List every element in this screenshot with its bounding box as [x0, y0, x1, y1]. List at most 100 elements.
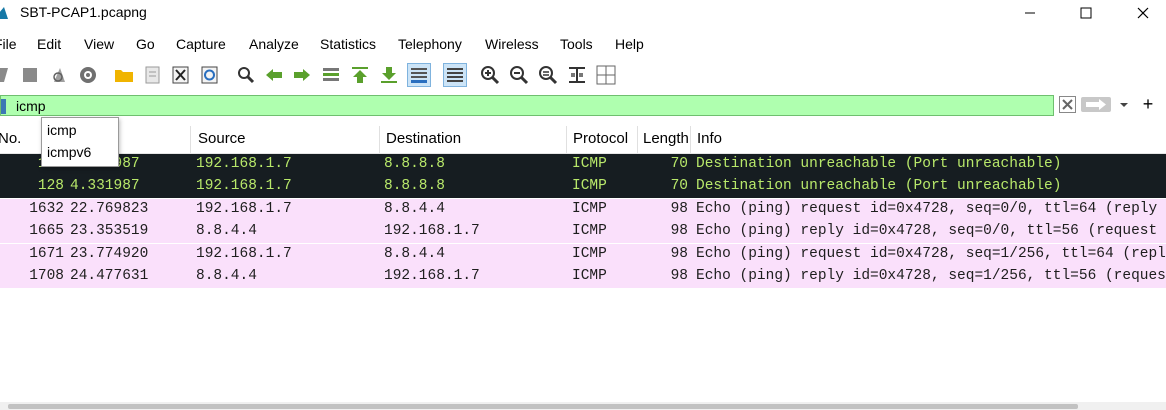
menu-analyze[interactable]: Analyze [249, 36, 299, 52]
scrollbar-thumb[interactable] [8, 404, 1078, 409]
packet-list-header: No. Time Source Destination Protocol Len… [0, 126, 1166, 154]
packet-row[interactable]: 1665 23.353519 8.8.4.4 192.168.1.7 ICMP … [0, 221, 1166, 243]
display-filter-text[interactable]: icmp [16, 98, 46, 114]
menu-tools[interactable]: Tools [560, 36, 593, 52]
packet-source: 192.168.1.7 [196, 156, 292, 172]
minimize-icon [1025, 12, 1035, 14]
go-last-icon[interactable] [378, 64, 400, 86]
packet-row[interactable]: 127 4.331987 192.168.1.7 8.8.8.8 ICMP 70… [0, 154, 1166, 176]
menu-file[interactable]: File [0, 36, 17, 52]
go-forward-icon[interactable] [291, 64, 313, 86]
menu-view[interactable]: View [84, 36, 114, 52]
column-source[interactable]: Source [198, 130, 368, 147]
window-title: SBT-PCAP1.pcapng [20, 4, 147, 20]
filter-autocomplete-popup: icmp icmpv6 [41, 117, 119, 167]
column-info[interactable]: Info [697, 130, 797, 147]
menu-wireless[interactable]: Wireless [485, 36, 539, 52]
packet-length: 98 [670, 268, 688, 284]
packet-length: 98 [670, 246, 688, 262]
save-file-icon[interactable] [142, 64, 164, 86]
restart-capture-icon[interactable] [48, 64, 70, 86]
packet-length: 70 [670, 156, 688, 172]
layout-icon[interactable] [595, 64, 617, 86]
column-no[interactable]: No. [0, 130, 38, 147]
packet-protocol: ICMP [572, 268, 607, 284]
apply-filter-button[interactable] [1081, 97, 1111, 112]
column-length[interactable]: Length [643, 130, 689, 147]
reload-file-icon[interactable] [199, 64, 221, 86]
zoom-out-icon[interactable] [508, 64, 530, 86]
packet-row[interactable]: 1671 23.774920 192.168.1.7 8.8.4.4 ICMP … [0, 244, 1166, 266]
display-filter-bar: icmp + [0, 93, 1166, 118]
filter-history-dropdown[interactable] [1117, 98, 1131, 112]
auto-scroll-icon[interactable] [407, 63, 431, 87]
close-file-icon[interactable] [170, 64, 192, 86]
packet-destination: 8.8.8.8 [384, 178, 445, 194]
main-toolbar [0, 61, 1166, 89]
find-packet-icon[interactable] [235, 64, 257, 86]
packet-time: 23.774920 [70, 246, 149, 262]
menu-telephony[interactable]: Telephony [398, 36, 462, 52]
packet-no: 1708 [29, 268, 64, 284]
packet-info: Destination unreachable (Port unreachabl… [696, 156, 1062, 172]
close-window-button[interactable] [1120, 0, 1166, 26]
go-to-packet-icon[interactable] [320, 64, 342, 86]
column-separator[interactable] [379, 126, 380, 153]
packet-row[interactable]: 1632 22.769823 192.168.1.7 8.8.4.4 ICMP … [0, 199, 1166, 221]
packet-protocol: ICMP [572, 223, 607, 239]
menu-capture[interactable]: Capture [176, 36, 226, 52]
column-destination[interactable]: Destination [386, 130, 556, 147]
open-file-icon[interactable] [113, 64, 135, 86]
colorize-icon[interactable] [443, 63, 467, 87]
autocomplete-item[interactable]: icmpv6 [47, 144, 91, 160]
autocomplete-item[interactable]: icmp [47, 122, 77, 138]
zoom-in-icon[interactable] [479, 64, 501, 86]
clear-filter-icon[interactable] [1059, 96, 1076, 113]
column-protocol[interactable]: Protocol [573, 130, 635, 147]
packet-length: 98 [670, 223, 688, 239]
stop-capture-icon[interactable] [19, 64, 41, 86]
packet-destination: 8.8.8.8 [384, 156, 445, 172]
go-first-icon[interactable] [349, 64, 371, 86]
packet-source: 8.8.4.4 [196, 223, 257, 239]
display-filter-input[interactable]: icmp [0, 95, 1054, 116]
close-icon [1137, 7, 1149, 19]
resize-columns-icon[interactable] [566, 64, 588, 86]
start-capture-icon[interactable] [0, 64, 14, 86]
packet-protocol: ICMP [572, 246, 607, 262]
packet-time: 24.477631 [70, 268, 149, 284]
horizontal-scrollbar[interactable] [0, 402, 1166, 410]
column-separator[interactable] [566, 126, 567, 153]
packet-row[interactable]: 1708 24.477631 8.8.4.4 192.168.1.7 ICMP … [0, 266, 1166, 288]
packet-time: 22.769823 [70, 201, 149, 217]
menu-help[interactable]: Help [615, 36, 644, 52]
packet-source: 8.8.4.4 [196, 268, 257, 284]
packet-destination: 192.168.1.7 [384, 268, 480, 284]
maximize-icon [1080, 7, 1092, 19]
column-separator[interactable] [190, 126, 191, 153]
menu-go[interactable]: Go [136, 36, 155, 52]
menu-statistics[interactable]: Statistics [320, 36, 376, 52]
bookmark-filter-icon[interactable] [1, 99, 6, 114]
column-separator[interactable] [637, 126, 638, 153]
go-back-icon[interactable] [263, 64, 285, 86]
minimize-button[interactable] [1007, 0, 1053, 26]
add-filter-button[interactable]: + [1139, 94, 1157, 114]
menu-bar: File Edit View Go Capture Analyze Statis… [0, 33, 1166, 57]
packet-no: 1632 [29, 201, 64, 217]
capture-options-icon[interactable] [77, 64, 99, 86]
menu-edit[interactable]: Edit [37, 36, 61, 52]
packet-source: 192.168.1.7 [196, 178, 292, 194]
normal-size-icon[interactable] [537, 64, 559, 86]
packet-info: Echo (ping) reply id=0x4728, seq=0/0, tt… [696, 223, 1166, 239]
packet-time: 4.331987 [70, 178, 140, 194]
maximize-button[interactable] [1063, 0, 1109, 26]
packet-length: 98 [670, 201, 688, 217]
packet-destination: 8.8.4.4 [384, 246, 445, 262]
packet-no: 1671 [29, 246, 64, 262]
column-separator[interactable] [690, 126, 691, 153]
packet-protocol: ICMP [572, 156, 607, 172]
packet-destination: 8.8.4.4 [384, 201, 445, 217]
packet-info: Echo (ping) reply id=0x4728, seq=1/256, … [696, 268, 1166, 284]
packet-row[interactable]: 128 4.331987 192.168.1.7 8.8.8.8 ICMP 70… [0, 176, 1166, 198]
